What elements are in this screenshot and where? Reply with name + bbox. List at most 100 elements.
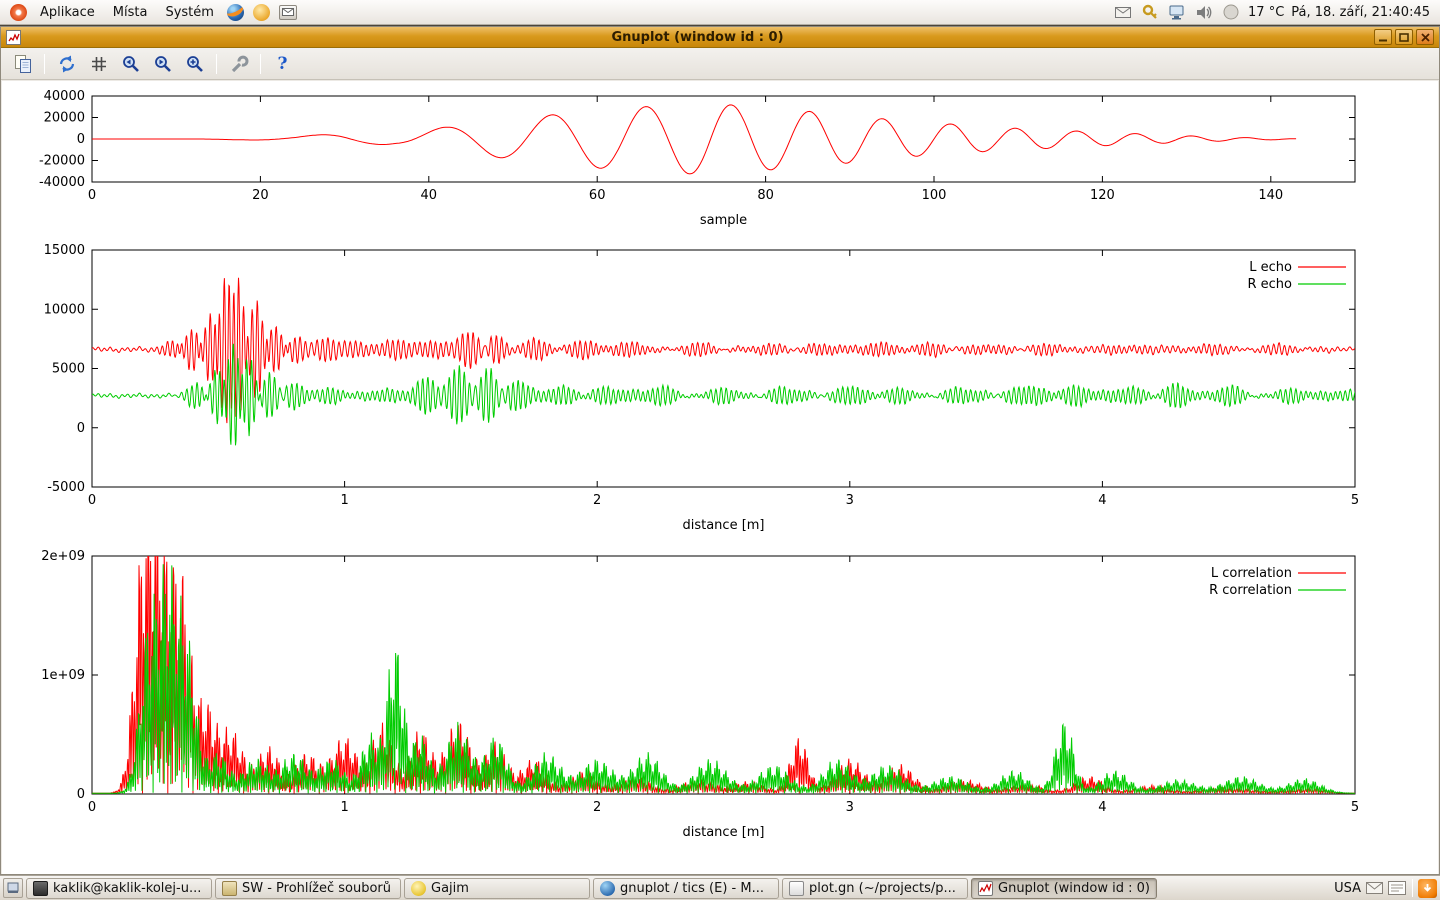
x-tick-label: 20 — [252, 188, 269, 203]
y-tick-label: 0 — [77, 787, 85, 802]
keyboard-layout-indicator[interactable]: USA — [1334, 881, 1361, 896]
help-launcher-icon[interactable] — [253, 3, 271, 21]
close-button[interactable] — [1416, 29, 1434, 45]
x-tick-label: 1 — [340, 800, 348, 815]
autoscale-button[interactable] — [181, 51, 208, 77]
taskbar-item-label: plot.gn (~/projects/p... — [809, 881, 956, 896]
x-tick-label: 1 — [340, 493, 348, 508]
show-desktop-button[interactable] — [3, 878, 23, 898]
x-tick-label: 5 — [1351, 493, 1359, 508]
plot-border — [92, 556, 1355, 794]
taskbar-item-editor[interactable]: plot.gn (~/projects/p... — [782, 878, 968, 899]
taskbar: kaklik@kaklik-kolej-u... SW - Prohlížeč … — [0, 875, 1440, 900]
mail-launcher-icon[interactable] — [279, 3, 297, 21]
zoom-fit-icon — [185, 54, 205, 74]
x-tick-label: 40 — [421, 188, 438, 203]
legend-label: L correlation — [1211, 566, 1292, 581]
taskbar-item-terminal[interactable]: kaklik@kaklik-kolej-u... — [26, 878, 212, 899]
zoom-previous-icon — [121, 54, 141, 74]
titlebar[interactable]: Gnuplot (window id : 0) — [1, 27, 1439, 48]
x-tick-label: 4 — [1098, 800, 1106, 815]
toggle-grid-button[interactable] — [85, 51, 112, 77]
window-icon — [6, 30, 21, 45]
zoom-previous-button[interactable] — [117, 51, 144, 77]
menu-applications[interactable]: Aplikace — [32, 2, 103, 23]
input-method-icon[interactable] — [1387, 878, 1407, 898]
gnuplot-icon — [978, 881, 993, 896]
panel-status-area: 17 °C Pá, 18. září, 21:40:45 — [1113, 2, 1434, 22]
y-tick-label: 20000 — [44, 111, 85, 126]
clock-label[interactable]: Pá, 18. září, 21:40:45 — [1291, 5, 1430, 20]
top-panel: Aplikace Místa Systém 17 °C Pá, 18. září… — [0, 0, 1440, 25]
y-tick-label: 2e+09 — [41, 549, 85, 564]
taskbar-item-gajim[interactable]: Gajim — [404, 878, 590, 899]
y-tick-label: 1e+09 — [41, 668, 85, 683]
chart-plot2: 012345-5000050001000015000distance [m]L … — [44, 243, 1360, 533]
y-tick-label: -5000 — [47, 480, 85, 495]
plot-area[interactable]: 020406080100120140-40000-200000200004000… — [2, 81, 1438, 874]
terminal-icon — [33, 881, 48, 896]
x-tick-label: 120 — [1090, 188, 1115, 203]
taskbar-item-label: gnuplot / tics (E) - M... — [620, 881, 764, 896]
help-icon — [253, 4, 270, 21]
minimize-button[interactable] — [1374, 29, 1392, 45]
legend-label: R echo — [1247, 277, 1292, 292]
mail-notification-icon[interactable] — [1113, 2, 1133, 22]
replot-button[interactable] — [53, 51, 80, 77]
taskbar-item-gnuplot[interactable]: Gnuplot (window id : 0) — [971, 878, 1157, 899]
tray-separator — [1412, 879, 1413, 897]
x-tick-label: 5 — [1351, 800, 1359, 815]
legend-label: L echo — [1249, 260, 1292, 275]
firefox-launcher-icon[interactable] — [227, 3, 245, 21]
taskbar-item-file-browser[interactable]: SW - Prohlížeč souborů — [215, 878, 401, 899]
display-icon[interactable] — [1167, 2, 1187, 22]
x-tick-label: 0 — [88, 188, 96, 203]
volume-icon[interactable] — [1194, 2, 1214, 22]
x-tick-label: 0 — [88, 800, 96, 815]
config-button[interactable] — [225, 51, 252, 77]
toolbar-separator — [216, 54, 217, 74]
plot-canvas: 020406080100120140-40000-200000200004000… — [2, 81, 1438, 874]
x-axis-label: distance [m] — [682, 825, 764, 840]
weather-icon[interactable] — [1221, 2, 1241, 22]
taskbar-item-browser[interactable]: gnuplot / tics (E) - M... — [593, 878, 779, 899]
x-tick-label: 100 — [922, 188, 947, 203]
taskbar-item-label: SW - Prohlížeč souborů — [242, 881, 391, 896]
mail-tray-icon[interactable] — [1364, 878, 1384, 898]
y-tick-label: -40000 — [39, 175, 85, 190]
x-tick-label: 2 — [593, 493, 601, 508]
menu-system[interactable]: Systém — [157, 2, 221, 23]
firefox-icon — [600, 881, 615, 896]
x-tick-label: 3 — [846, 800, 854, 815]
plot-border — [92, 250, 1355, 487]
help-button[interactable]: ? — [269, 51, 296, 77]
close-icon — [1421, 33, 1430, 42]
update-notifier-icon[interactable] — [1418, 879, 1437, 898]
keyring-icon[interactable] — [1140, 2, 1160, 22]
refresh-icon — [57, 54, 77, 74]
series-l-correlation — [92, 492, 1355, 794]
copy-to-clipboard-button[interactable] — [9, 51, 36, 77]
x-tick-label: 0 — [88, 493, 96, 508]
maximize-button[interactable] — [1395, 29, 1413, 45]
grid-icon — [89, 54, 109, 74]
window-title: Gnuplot (window id : 0) — [21, 30, 1374, 45]
toolbar-separator — [260, 54, 261, 74]
series-r-echo — [92, 345, 1355, 446]
x-tick-label: 80 — [757, 188, 774, 203]
x-tick-label: 3 — [846, 493, 854, 508]
x-tick-label: 4 — [1098, 493, 1106, 508]
zoom-next-icon — [153, 54, 173, 74]
y-tick-label: 10000 — [44, 302, 85, 317]
gnuplot-toolbar: ? — [1, 48, 1439, 80]
ubuntu-menu-icon[interactable] — [9, 3, 27, 21]
zoom-next-button[interactable] — [149, 51, 176, 77]
temperature-label[interactable]: 17 °C — [1248, 5, 1284, 20]
series-chirp — [92, 105, 1296, 174]
menu-places[interactable]: Místa — [105, 2, 156, 23]
ubuntu-logo-icon — [10, 4, 27, 21]
maximize-icon — [1399, 33, 1409, 42]
envelope-glyph — [282, 8, 294, 16]
series-r-correlation — [92, 564, 1355, 793]
minimize-icon — [1378, 33, 1388, 42]
